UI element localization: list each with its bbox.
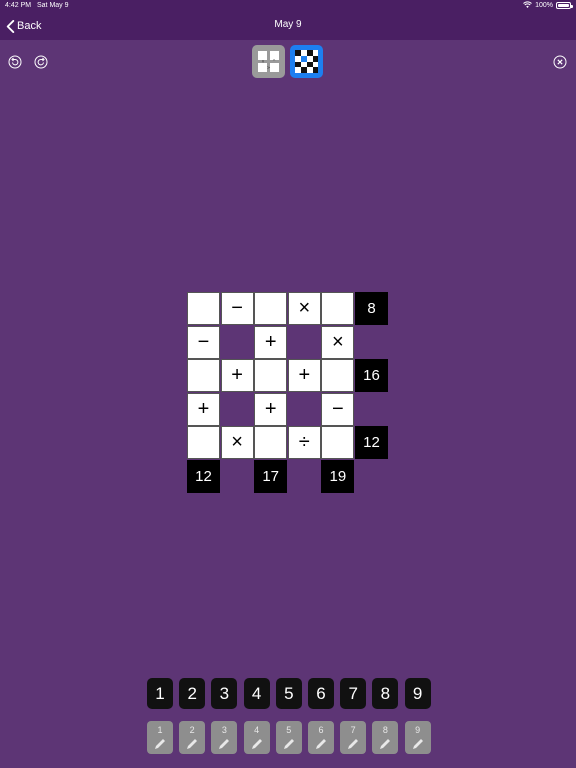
answer-cell[interactable] [321,426,355,460]
note-button-label: 6 [318,725,324,735]
operator-cell: + [254,392,288,426]
operator-cell: + [220,359,254,393]
svg-text:>: > [267,65,270,70]
answer-cell[interactable] [187,292,220,325]
clue-cell: 12 [355,426,388,460]
operator-mode-button[interactable]: v ^ > [252,45,285,78]
operator-cell: − [187,325,220,359]
note-button-label: 9 [415,725,421,735]
note-button-6[interactable]: 6 [308,721,334,754]
number-button-9[interactable]: 9 [404,678,431,709]
note-button-8[interactable]: 8 [372,721,399,754]
pencil-icon [155,739,165,749]
note-button-7[interactable]: 7 [340,721,367,754]
battery-icon [556,1,573,9]
clue-cell: 17 [254,460,288,493]
clue-cell: 19 [321,460,355,493]
number-button-6[interactable]: 6 [308,678,334,709]
note-button-1[interactable]: 1 [147,721,173,754]
pencil-icon [412,739,423,749]
wifi-icon [523,1,532,8]
clue-cell: 8 [355,292,388,325]
number-button-3[interactable]: 3 [211,678,238,709]
svg-text:^: ^ [272,59,275,64]
operator-cell: ÷ [287,426,321,460]
note-button-label: 4 [254,725,260,735]
number-button-7[interactable]: 7 [340,678,367,709]
answer-cell[interactable] [254,359,288,393]
note-button-label: 5 [286,725,292,735]
answer-cell[interactable] [254,292,288,325]
status-bar: 4:42 PM Sat May 9 100% [0,0,576,12]
operator-cell: + [254,325,288,359]
operator-cell: × [220,426,254,460]
note-button-5[interactable]: 5 [275,721,302,754]
note-button-4[interactable]: 4 [243,721,270,754]
number-button-2[interactable]: 2 [179,678,206,709]
number-button-5[interactable]: 5 [275,678,302,709]
note-button-label: 1 [157,725,163,735]
undo-icon[interactable] [8,55,22,69]
clue-cell: 12 [187,460,220,493]
number-button-4[interactable]: 4 [243,678,270,709]
operator-cell: + [187,392,220,426]
answer-cell[interactable] [187,359,220,393]
note-button-3[interactable]: 3 [211,721,238,754]
answer-cell[interactable] [187,426,220,460]
operator-cell: × [321,325,355,359]
redo-icon[interactable] [34,55,48,69]
pencil-icon [348,739,359,749]
pattern-mode-button[interactable] [290,45,323,78]
number-button-1[interactable]: 1 [147,678,173,709]
grid-operators-icon: v ^ > [258,51,279,72]
note-button-2[interactable]: 2 [179,721,206,754]
status-right: 100% [523,1,573,9]
close-icon[interactable] [553,55,567,69]
operator-cell: + [287,359,321,393]
pencil-icon [251,739,262,749]
answer-cell[interactable] [321,292,355,325]
note-button-label: 8 [382,725,388,735]
note-button-label: 3 [221,725,227,735]
operator-cell: − [220,292,254,325]
status-date: Sat May 9 [37,2,69,9]
note-button-label: 7 [350,725,356,735]
pencil-icon [380,739,391,749]
note-button-label: 2 [189,725,195,735]
number-button-8[interactable]: 8 [372,678,399,709]
page-title: May 9 [274,19,302,30]
battery-percent: 100% [535,1,553,9]
clue-cell: 16 [355,359,388,393]
grid-pattern-icon [295,50,318,73]
note-button-9[interactable]: 9 [404,721,431,754]
pencil-icon [187,739,198,749]
pencil-icon [316,739,326,749]
answer-cell[interactable] [254,426,288,460]
answer-cell[interactable] [321,359,355,393]
status-time: 4:42 PM [5,2,32,9]
pencil-icon [219,739,230,749]
operator-cell: − [321,392,355,426]
pencil-icon [283,739,294,749]
navigation-bar: Back May 9 [0,12,576,40]
operator-cell: × [287,292,321,325]
